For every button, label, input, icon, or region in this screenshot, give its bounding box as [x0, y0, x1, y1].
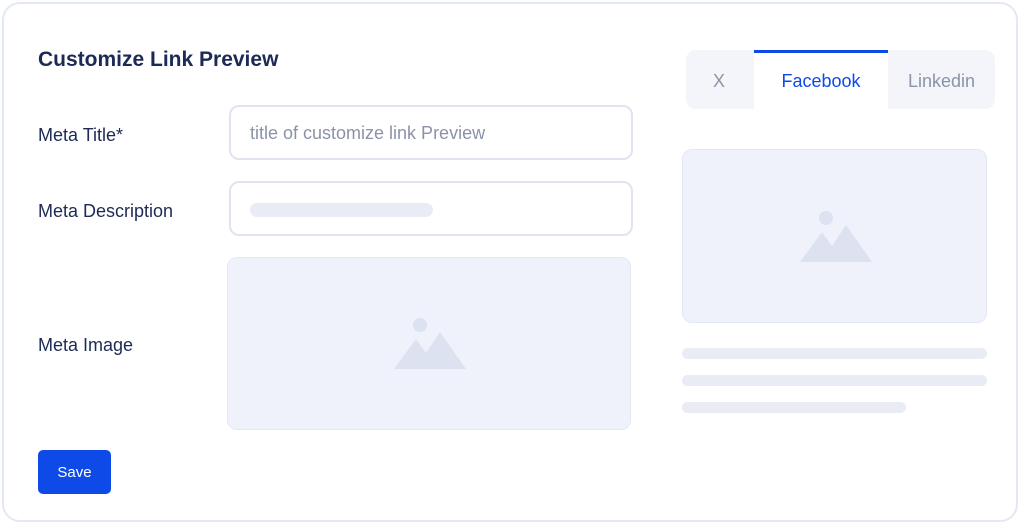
- page-title: Customize Link Preview: [38, 48, 279, 71]
- preview-text-line: [682, 348, 987, 359]
- meta-description-input[interactable]: [229, 181, 633, 236]
- meta-image-label: Meta Image: [38, 335, 134, 355]
- tab-facebook[interactable]: Facebook: [754, 50, 888, 109]
- meta-title-value: title of customize link Preview: [250, 123, 486, 143]
- meta-description-placeholder-bar: [250, 203, 433, 217]
- tab-x-label: X: [712, 71, 725, 91]
- meta-description-label: Meta Description: [38, 201, 174, 221]
- meta-title-label: Meta Title*: [38, 125, 124, 145]
- preview-text-line: [682, 402, 906, 413]
- tab-linkedin-label: Linkedin: [907, 71, 976, 91]
- meta-title-input[interactable]: title of customize link Preview: [229, 105, 633, 160]
- image-icon: [800, 211, 872, 262]
- tab-facebook-label: Facebook: [781, 71, 861, 91]
- tab-linkedin[interactable]: Linkedin: [888, 50, 995, 109]
- meta-image-upload[interactable]: [227, 257, 631, 430]
- image-icon: [394, 318, 466, 369]
- save-button[interactable]: Save: [38, 450, 111, 494]
- preview-text-line: [682, 375, 987, 386]
- preview-image: [682, 149, 987, 323]
- preview-tabs: X Facebook Linkedin: [686, 50, 995, 109]
- customize-link-preview-card: Customize Link Preview Meta Title* title…: [2, 2, 1018, 522]
- tab-x[interactable]: X: [686, 50, 752, 109]
